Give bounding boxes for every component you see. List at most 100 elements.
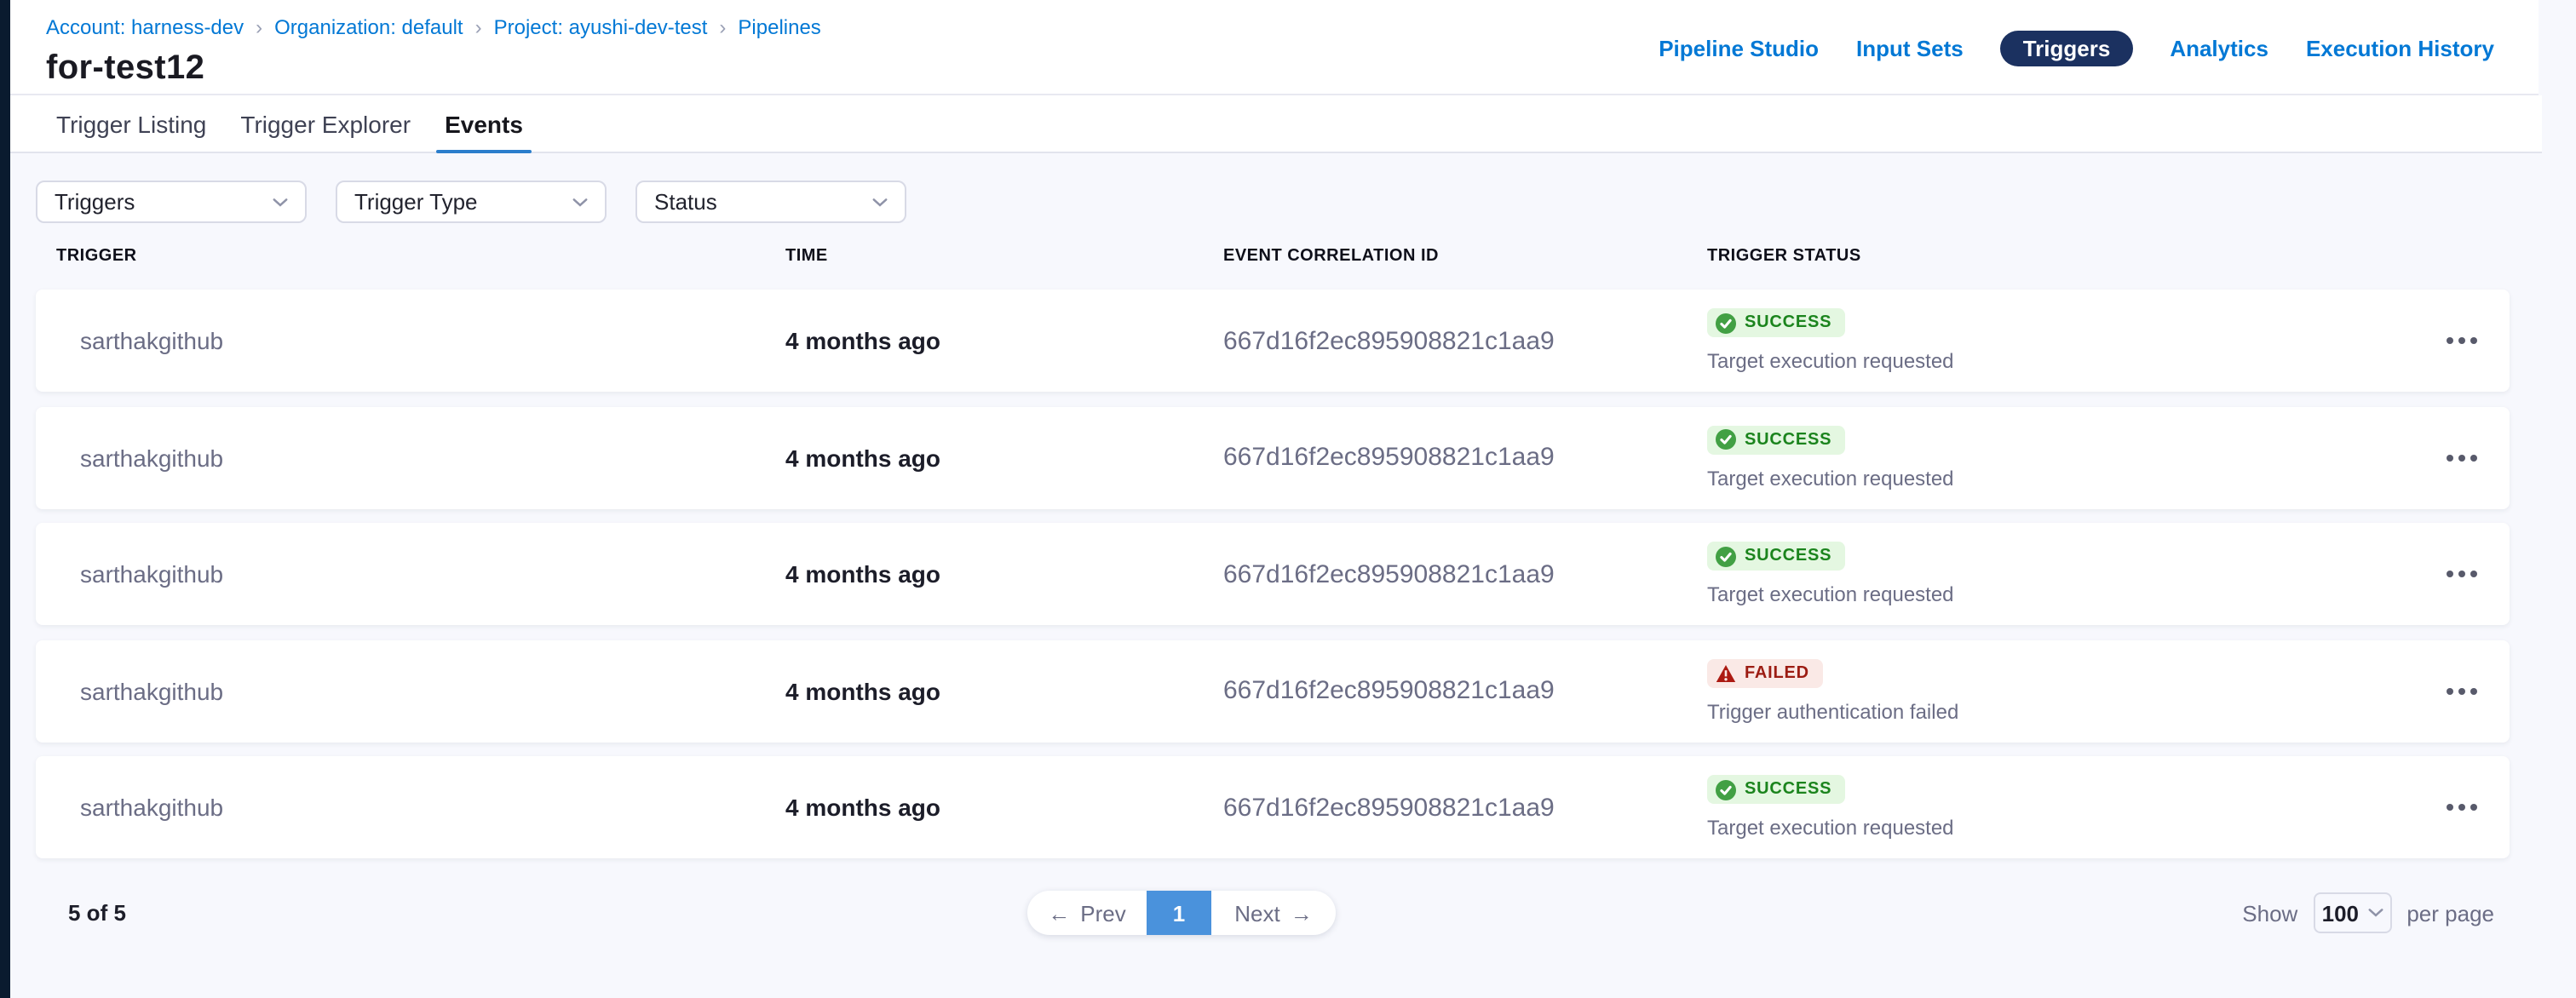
breadcrumb-link[interactable]: Account: harness-dev: [46, 15, 244, 39]
chevron-down-icon: [572, 197, 588, 207]
tab-trigger-listing[interactable]: Trigger Listing: [56, 95, 206, 152]
results-range: 5 of 5: [68, 900, 126, 926]
more-options-button[interactable]: [2440, 677, 2484, 704]
page-header: Account: harness-dev › Organization: defau…: [10, 0, 2539, 95]
event-correlation-id: 667d16f2ec895908821c1aa9: [1223, 676, 1707, 705]
event-correlation-id: 667d16f2ec895908821c1aa9: [1223, 559, 1707, 588]
filter-label: Triggers: [55, 189, 135, 215]
table-row: sarthakgithub 4 months ago 667d16f2ec895…: [36, 523, 2510, 625]
ellipsis-icon: [2447, 454, 2453, 461]
column-header-trigger: TRIGGER: [56, 245, 785, 269]
status-badge: SUCCESS: [1707, 775, 1845, 804]
event-time: 4 months ago: [785, 794, 1223, 821]
more-options-button[interactable]: [2440, 444, 2484, 471]
status-detail: Target execution requested: [1707, 349, 2414, 373]
events-table-body: sarthakgithub 4 months ago 667d16f2ec895…: [36, 290, 2576, 858]
chevron-down-icon: [2367, 908, 2383, 918]
warning-triangle-icon: [1716, 663, 1736, 682]
column-header-trigger-status: TRIGGER STATUS: [1707, 245, 2414, 269]
trigger-status-cell: SUCCESS Target execution requested: [1707, 775, 2414, 840]
tabs-bar: Trigger Listing Trigger Explorer Events: [10, 95, 2542, 153]
breadcrumb-link[interactable]: Project: ayushi-dev-test: [494, 15, 708, 39]
more-options-button[interactable]: [2440, 560, 2484, 588]
event-correlation-id: 667d16f2ec895908821c1aa9: [1223, 443, 1707, 472]
pipeline-top-nav: Pipeline Studio Input Sets Triggers Analyti…: [1659, 31, 2494, 66]
event-time: 4 months ago: [785, 560, 1223, 588]
status-label: SUCCESS: [1745, 547, 1831, 565]
trigger-name: sarthakgithub: [56, 794, 785, 821]
filter-bar: Triggers Trigger Type Status: [36, 181, 2576, 223]
trigger-status-cell: SUCCESS Target execution requested: [1707, 308, 2414, 373]
filter-triggers-select[interactable]: Triggers: [36, 181, 307, 223]
event-correlation-id: 667d16f2ec895908821c1aa9: [1223, 793, 1707, 822]
event-time: 4 months ago: [785, 444, 1223, 471]
page-size-select[interactable]: 100: [2313, 892, 2391, 933]
breadcrumb-link[interactable]: Pipelines: [738, 15, 820, 39]
status-badge: SUCCESS: [1707, 425, 1845, 454]
table-header-row: TRIGGERTIMEEVENT CORRELATION IDTRIGGER S…: [36, 245, 2510, 269]
breadcrumb-link[interactable]: Organization: default: [274, 15, 463, 39]
status-detail: Target execution requested: [1707, 816, 2414, 840]
events-content: Triggers Trigger Type Status TRIGGERTIME…: [10, 153, 2576, 935]
tab-trigger-explorer[interactable]: Trigger Explorer: [240, 95, 411, 152]
breadcrumb-separator-icon: ›: [475, 15, 482, 39]
app-window: Account: harness-dev › Organization: defau…: [0, 0, 2576, 998]
status-detail: Trigger authentication failed: [1707, 699, 2414, 723]
success-check-icon: [1716, 546, 1736, 566]
status-badge: FAILED: [1707, 658, 1823, 687]
more-options-button[interactable]: [2440, 327, 2484, 354]
table-row: sarthakgithub 4 months ago 667d16f2ec895…: [36, 406, 2510, 508]
table-row: sarthakgithub 4 months ago 667d16f2ec895…: [36, 290, 2510, 392]
nav-input-sets[interactable]: Input Sets: [1856, 34, 1964, 63]
trigger-status-cell: FAILED Trigger authentication failed: [1707, 658, 2414, 723]
more-options-button[interactable]: [2440, 794, 2484, 821]
current-page-button[interactable]: 1: [1147, 891, 1211, 935]
nav-pipeline-studio[interactable]: Pipeline Studio: [1659, 34, 1819, 63]
filter-trigger-type-select[interactable]: Trigger Type: [336, 181, 607, 223]
breadcrumb-separator-icon: ›: [719, 15, 726, 39]
event-correlation-id: 667d16f2ec895908821c1aa9: [1223, 326, 1707, 355]
arrow-right-icon: →: [1291, 900, 1313, 926]
column-header-time: TIME: [785, 245, 1223, 269]
nav-triggers[interactable]: Triggers: [2001, 31, 2133, 66]
status-detail: Target execution requested: [1707, 466, 2414, 490]
filter-label: Trigger Type: [354, 189, 478, 215]
page-size-control: Show 100 per page: [2242, 892, 2494, 933]
ellipsis-icon: [2447, 687, 2453, 694]
trigger-status-cell: SUCCESS Target execution requested: [1707, 542, 2414, 606]
nav-execution-history[interactable]: Execution History: [2306, 34, 2494, 63]
ellipsis-icon: [2447, 571, 2453, 577]
show-label: Show: [2242, 900, 2297, 926]
ellipsis-icon: [2447, 337, 2453, 344]
breadcrumb-separator-icon: ›: [256, 15, 262, 39]
status-badge: SUCCESS: [1707, 308, 1845, 337]
tab-events[interactable]: Events: [445, 95, 523, 152]
event-time: 4 months ago: [785, 677, 1223, 704]
status-detail: Target execution requested: [1707, 582, 2414, 606]
filter-status-select[interactable]: Status: [635, 181, 906, 223]
table-footer: 5 of 5 ← Prev 1 Next → Show 100: [36, 891, 2550, 935]
ellipsis-icon: [2447, 804, 2453, 811]
status-badge: SUCCESS: [1707, 542, 1845, 571]
status-label: SUCCESS: [1745, 430, 1831, 449]
nav-analytics[interactable]: Analytics: [2170, 34, 2268, 63]
trigger-name: sarthakgithub: [56, 560, 785, 588]
filter-label: Status: [654, 189, 717, 215]
trigger-status-cell: SUCCESS Target execution requested: [1707, 425, 2414, 490]
status-label: FAILED: [1745, 663, 1809, 682]
success-check-icon: [1716, 313, 1736, 333]
trigger-name: sarthakgithub: [56, 677, 785, 704]
prev-page-button[interactable]: ← Prev: [1027, 891, 1147, 935]
pagination: ← Prev 1 Next →: [1027, 891, 1336, 935]
event-time: 4 months ago: [785, 327, 1223, 354]
collapsed-sidebar-strip: [0, 0, 10, 998]
trigger-name: sarthakgithub: [56, 327, 785, 354]
table-row: sarthakgithub 4 months ago 667d16f2ec895…: [36, 756, 2510, 858]
next-label: Next: [1234, 900, 1279, 926]
column-header-event-correlation-id: EVENT CORRELATION ID: [1223, 245, 1707, 269]
success-check-icon: [1716, 779, 1736, 800]
next-page-button[interactable]: Next →: [1211, 891, 1336, 935]
trigger-name: sarthakgithub: [56, 444, 785, 471]
status-label: SUCCESS: [1745, 313, 1831, 332]
page-size-value: 100: [2322, 900, 2359, 926]
